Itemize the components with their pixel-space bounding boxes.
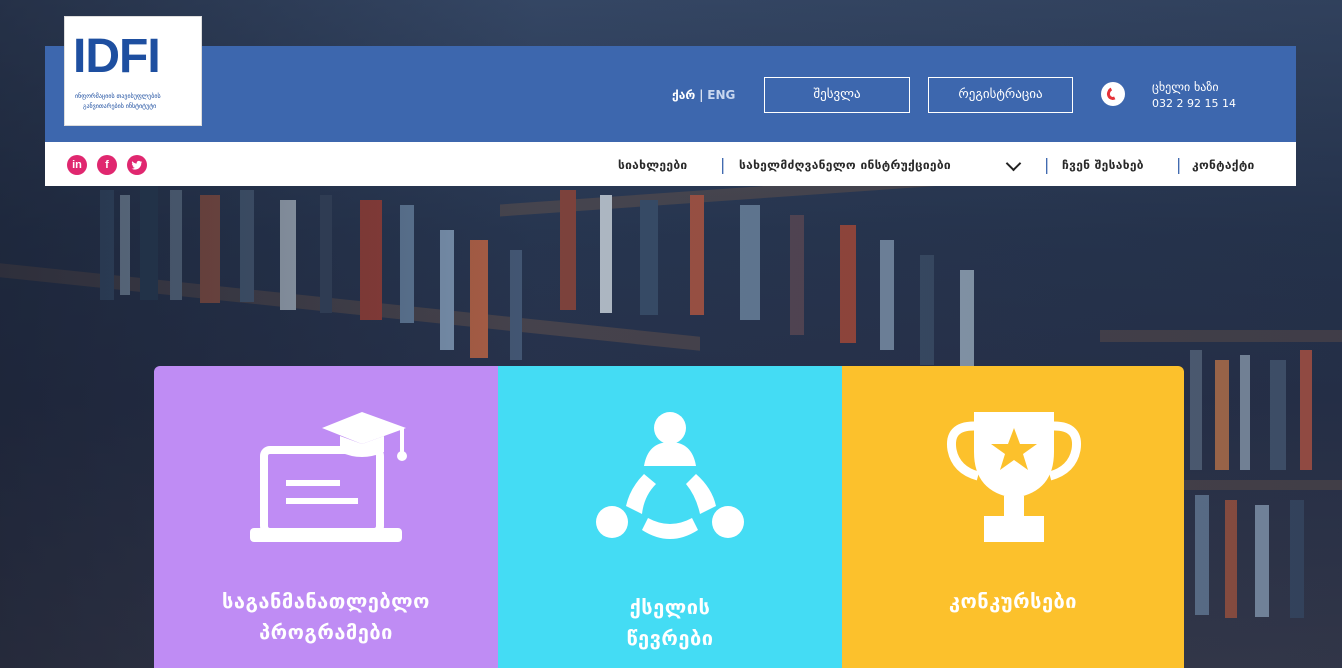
nav-about[interactable]: ჩვენ შესახებ bbox=[1062, 158, 1144, 172]
logo-line-2: განვითარების ინსტიტუტი bbox=[83, 103, 157, 110]
tile-educational-programs[interactable]: საგანმანათლებლო პროგრამები bbox=[154, 366, 498, 668]
lang-ka-link[interactable]: ქარ bbox=[672, 88, 695, 102]
tile-label-line1: საგანმანათლებლო bbox=[222, 589, 430, 613]
facebook-icon[interactable]: f bbox=[97, 155, 117, 175]
nav-news[interactable]: სიახლეები bbox=[618, 158, 687, 172]
trophy-icon bbox=[946, 412, 1082, 542]
register-button[interactable]: რეგისტრაცია bbox=[928, 77, 1073, 113]
logo-text: IDFI bbox=[73, 30, 161, 83]
hotline-label: ცხელი ხაზი bbox=[1152, 80, 1219, 94]
tile-label-line1: კონკურსები bbox=[948, 589, 1078, 613]
nav-guides[interactable]: სახელმძღვანელო ინსტრუქციები bbox=[739, 158, 951, 172]
lang-separator: | bbox=[699, 88, 704, 102]
nav-separator: | bbox=[720, 155, 726, 174]
tile-label-line2: პროგრამები bbox=[259, 620, 393, 644]
language-switcher: ქარ | ENG bbox=[672, 88, 735, 102]
twitter-icon[interactable] bbox=[127, 155, 147, 175]
twitter-bird-icon bbox=[131, 160, 143, 170]
nav-separator: | bbox=[1044, 155, 1050, 174]
network-members-icon bbox=[596, 412, 744, 539]
hotline-number[interactable]: 032 2 92 15 14 bbox=[1152, 97, 1236, 110]
phone-icon bbox=[1101, 82, 1125, 106]
idfi-logo[interactable]: IDFI ინფორმაციის თავისუფლების განვითარებ… bbox=[64, 16, 202, 126]
tile-label-line1: ქსელის bbox=[629, 595, 711, 619]
nav-contact[interactable]: კონტაქტი bbox=[1192, 158, 1255, 172]
lang-en-link[interactable]: ENG bbox=[707, 88, 735, 102]
logo-line-1: ინფორმაციის თავისუფლების bbox=[75, 93, 161, 100]
nav-separator: | bbox=[1176, 155, 1182, 174]
login-button[interactable]: შესვლა bbox=[764, 77, 910, 113]
tile-network-members[interactable]: ქსელის წევრები bbox=[498, 366, 842, 668]
linkedin-icon[interactable]: in bbox=[67, 155, 87, 175]
laptop-graduation-icon bbox=[250, 412, 407, 542]
tile-contests[interactable]: კონკურსები bbox=[842, 366, 1184, 668]
tile-label-line2: წევრები bbox=[626, 626, 714, 650]
